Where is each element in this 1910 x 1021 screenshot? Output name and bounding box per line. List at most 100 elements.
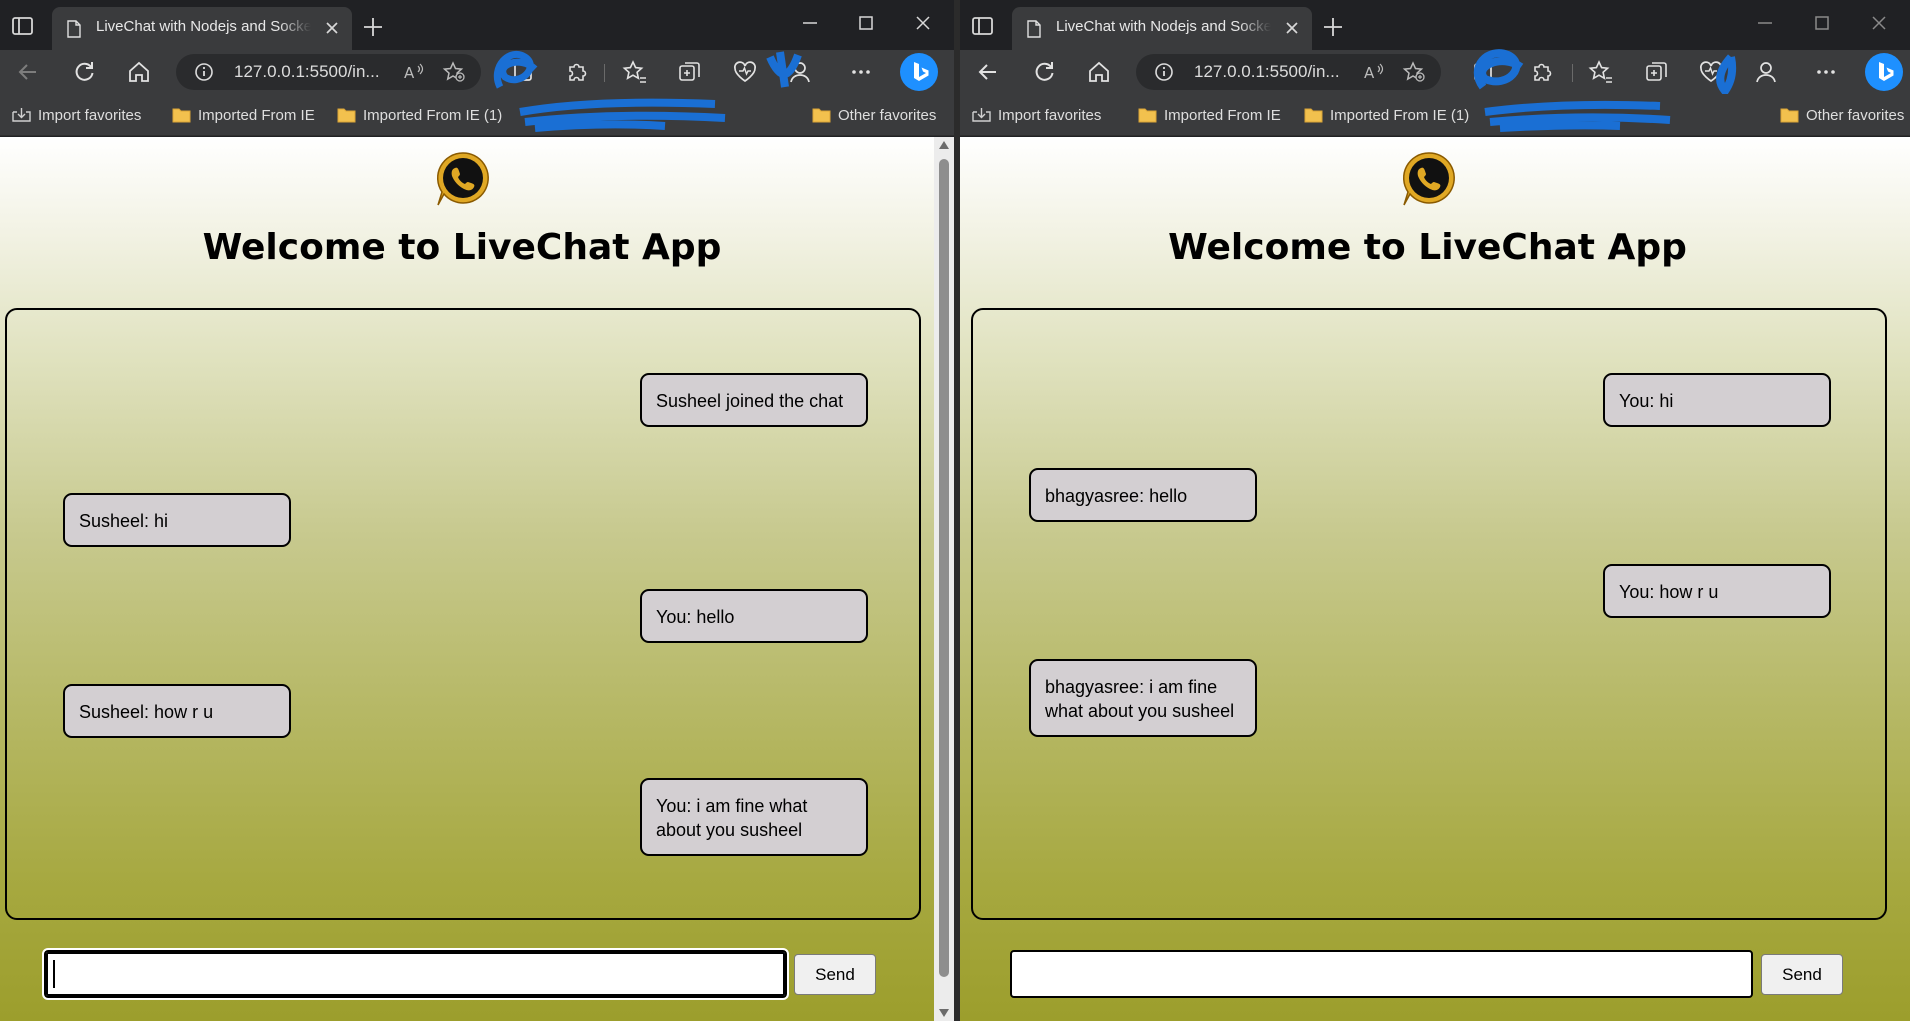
collections-icon[interactable]	[1470, 58, 1498, 86]
message-bubble: Susheel: how r u	[63, 684, 291, 738]
refresh-icon[interactable]	[1030, 58, 1058, 86]
add-favorite-icon[interactable]	[1402, 60, 1426, 84]
favorite-folder-imported-ie[interactable]: Imported From IE	[172, 104, 315, 126]
favorite-label: Imported From IE	[1164, 106, 1281, 124]
read-aloud-icon[interactable]: A	[401, 60, 425, 84]
browser-essentials-icon[interactable]	[731, 58, 759, 86]
page-title: Welcome to LiveChat App	[202, 227, 722, 268]
site-info-icon[interactable]	[1154, 62, 1174, 82]
scrollbar-thumb[interactable]	[939, 159, 949, 977]
svg-text:A: A	[1364, 64, 1375, 82]
minimize-icon[interactable]	[1750, 10, 1780, 36]
bing-chat-icon[interactable]	[1865, 53, 1903, 91]
scroll-up-icon[interactable]	[939, 141, 949, 149]
close-tab-icon[interactable]	[1282, 18, 1302, 38]
folder-icon	[172, 107, 191, 123]
url-text: 127.0.0.1:5500/in...	[234, 62, 380, 81]
import-favorites-link[interactable]: Import favorites	[972, 104, 1101, 126]
new-tab-icon[interactable]	[1320, 14, 1346, 40]
message-bubble: Susheel joined the chat	[640, 373, 868, 427]
page-scrollbar[interactable]	[934, 137, 954, 1021]
site-info-icon[interactable]	[194, 62, 214, 82]
page-viewport: Welcome to LiveChat App Susheel joined t…	[0, 137, 934, 1021]
message-input[interactable]	[1010, 950, 1753, 998]
new-tab-icon[interactable]	[360, 14, 386, 40]
toolbar-divider	[604, 64, 605, 82]
favorite-label: Import favorites	[998, 106, 1102, 124]
redaction-scribble	[1484, 100, 1671, 132]
back-icon[interactable]	[14, 58, 42, 86]
close-tab-icon[interactable]	[322, 18, 342, 38]
import-icon	[972, 107, 991, 123]
favorite-label: Other favorites	[838, 106, 937, 124]
close-window-icon[interactable]	[908, 10, 938, 36]
page-viewport: Welcome to LiveChat App You: hi bhagyasr…	[960, 137, 1910, 1021]
folder-icon	[337, 107, 356, 123]
import-favorites-link[interactable]: Import favorites	[12, 104, 141, 126]
send-button[interactable]: Send	[794, 954, 876, 995]
browser-tab[interactable]: LiveChat with Nodejs and Socket.io	[52, 7, 352, 50]
more-options-icon[interactable]	[1812, 58, 1840, 86]
page-title: Welcome to LiveChat App	[1168, 227, 1687, 268]
favorite-folder-imported-ie-1[interactable]: Imported From IE (1)	[337, 104, 502, 126]
collections-icon[interactable]	[510, 58, 538, 86]
message-bubble: bhagyasree: i am fine what about you sus…	[1029, 659, 1257, 737]
browser-tab[interactable]: LiveChat with Nodejs and Socket.io	[1012, 7, 1312, 50]
home-icon[interactable]	[1085, 58, 1113, 86]
message-bubble: You: i am fine what about you susheel	[640, 778, 868, 856]
refresh-icon[interactable]	[70, 58, 98, 86]
address-bar[interactable]: 127.0.0.1:5500/in... A	[1136, 54, 1441, 90]
add-favorite-icon[interactable]	[442, 60, 466, 84]
scroll-down-icon[interactable]	[939, 1009, 949, 1017]
browser-window-right: LiveChat with Nodejs and Socket.io 127.0…	[960, 0, 1910, 1021]
home-icon[interactable]	[125, 58, 153, 86]
tab-actions-icon[interactable]	[970, 14, 996, 38]
more-options-icon[interactable]	[847, 58, 875, 86]
chat-messages-area: You: hi bhagyasree: hello You: how r u b…	[971, 308, 1887, 920]
bing-chat-icon[interactable]	[900, 53, 938, 91]
favorites-icon[interactable]	[621, 58, 649, 86]
back-icon[interactable]	[974, 58, 1002, 86]
desktop: LiveChat with Nodejs and Socket.io 127.0…	[0, 0, 1910, 1021]
message-input[interactable]	[42, 948, 789, 1000]
extensions-icon[interactable]	[562, 58, 590, 86]
read-aloud-icon[interactable]: A	[1361, 60, 1385, 84]
favorites-icon[interactable]	[1587, 58, 1615, 86]
page-icon	[66, 20, 82, 38]
extensions-icon[interactable]	[1527, 58, 1555, 86]
favorite-folder-imported-ie-1[interactable]: Imported From IE (1)	[1304, 104, 1469, 126]
phone-chat-logo-icon	[1399, 149, 1459, 209]
profile-icon[interactable]	[1752, 58, 1780, 86]
minimize-icon[interactable]	[795, 10, 825, 36]
favorite-label: Import favorites	[38, 106, 142, 124]
other-favorites-folder[interactable]: Other favorites	[1780, 104, 1904, 126]
folder-icon	[1304, 107, 1323, 123]
close-window-icon[interactable]	[1864, 10, 1894, 36]
message-bubble: You: hi	[1603, 373, 1831, 427]
maximize-icon[interactable]	[1807, 10, 1837, 36]
favorite-label: Other favorites	[1806, 106, 1905, 124]
import-icon	[12, 107, 31, 123]
address-bar[interactable]: 127.0.0.1:5500/in... A	[176, 54, 481, 90]
browser-window-left: LiveChat with Nodejs and Socket.io 127.0…	[0, 0, 954, 1021]
favorite-label: Imported From IE	[198, 106, 315, 124]
favorites-bar: Import favorites Imported From IE Import…	[960, 94, 1910, 136]
collections-tab-icon[interactable]	[1643, 58, 1671, 86]
text-caret	[53, 960, 55, 988]
message-bubble: bhagyasree: hello	[1029, 468, 1257, 522]
favorite-label: Imported From IE (1)	[1330, 106, 1470, 124]
profile-icon[interactable]	[786, 58, 814, 86]
tab-actions-icon[interactable]	[10, 14, 36, 38]
tab-title: LiveChat with Nodejs and Socket.io	[1056, 18, 1271, 35]
tab-strip: LiveChat with Nodejs and Socket.io	[0, 0, 954, 50]
other-favorites-folder[interactable]: Other favorites	[812, 104, 936, 126]
message-bubble: You: how r u	[1603, 564, 1831, 618]
collections-tab-icon[interactable]	[676, 58, 704, 86]
send-button[interactable]: Send	[1761, 954, 1843, 995]
maximize-icon[interactable]	[851, 10, 881, 36]
browser-essentials-icon[interactable]	[1697, 58, 1725, 86]
favorite-label: Imported From IE (1)	[363, 106, 503, 124]
favorite-folder-imported-ie[interactable]: Imported From IE	[1138, 104, 1281, 126]
browser-toolbar: 127.0.0.1:5500/in... A	[960, 49, 1910, 97]
message-bubble: You: hello	[640, 589, 868, 643]
